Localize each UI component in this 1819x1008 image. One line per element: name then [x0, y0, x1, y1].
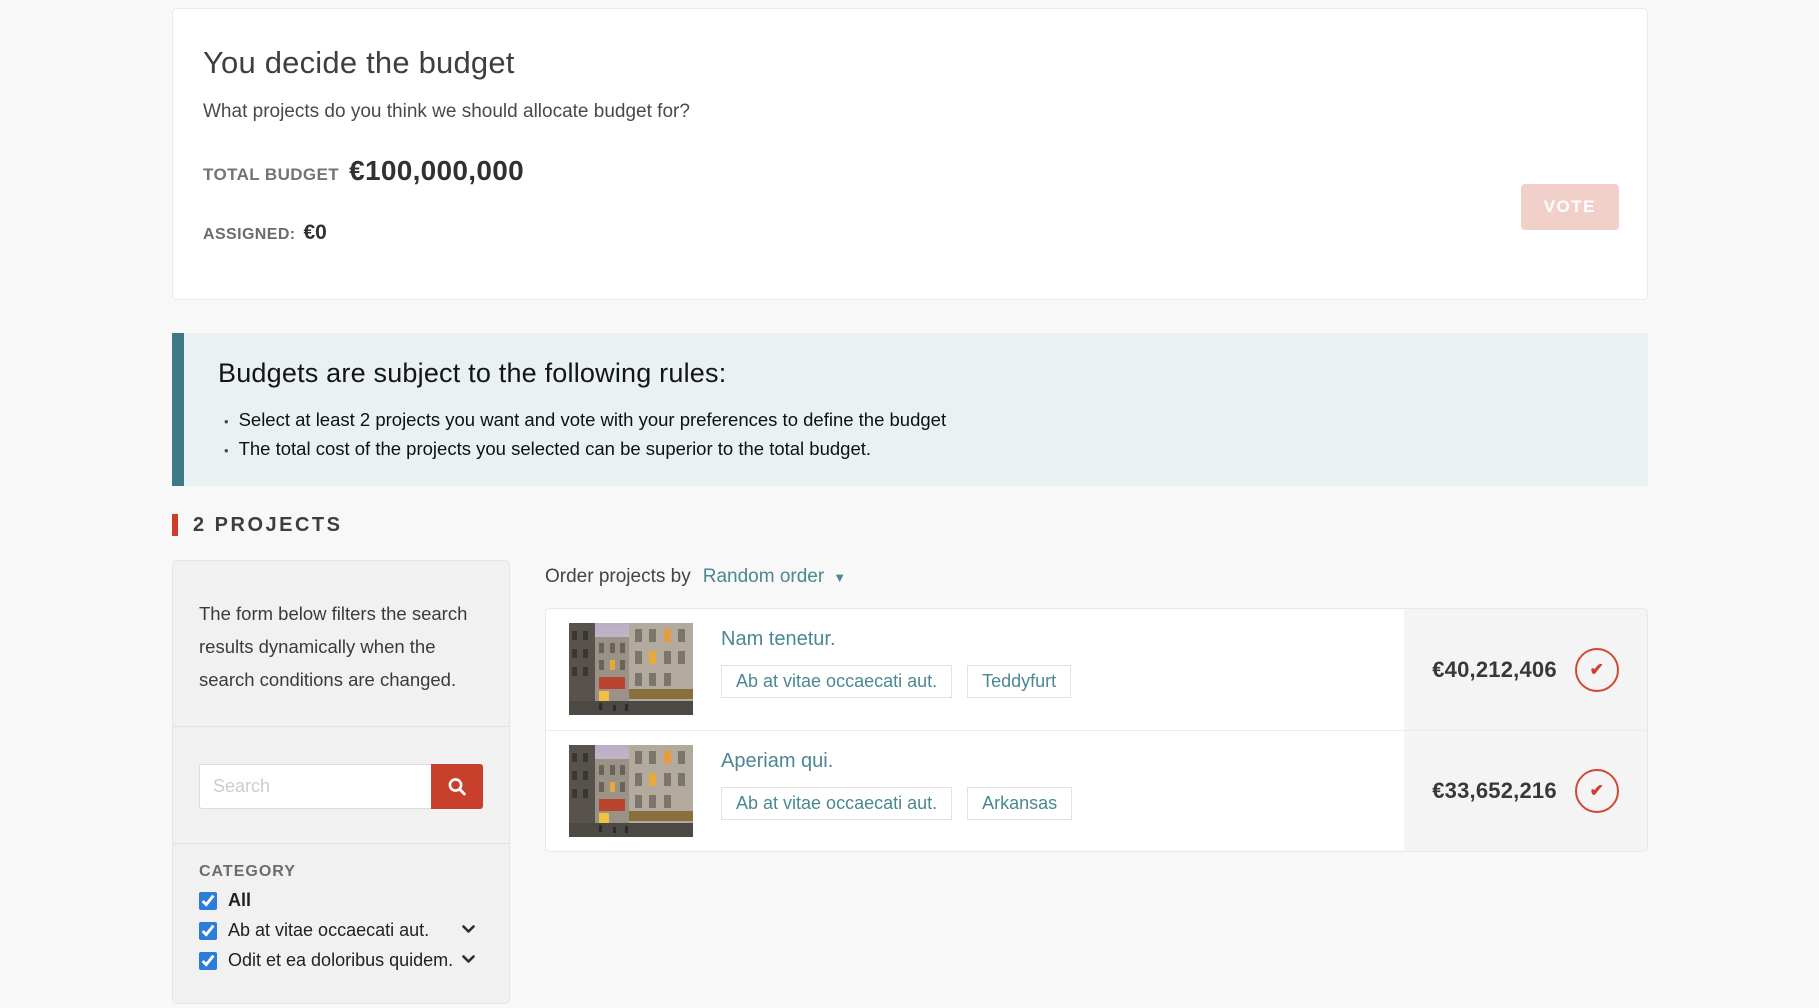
category-filter-section: CATEGORY All Ab at vitae occaecati aut. [173, 843, 509, 1003]
projects-section-heading: 2 PROJECTS [172, 512, 1648, 538]
search-input[interactable] [199, 764, 431, 809]
project-image [569, 745, 693, 837]
project-title-link[interactable]: Nam tenetur. [721, 628, 1086, 651]
dropdown-caret-icon: ▼ [833, 569, 847, 585]
category-checkbox-1[interactable] [199, 921, 217, 940]
chevron-down-icon[interactable] [462, 955, 475, 964]
category-option-label: Ab at vitae occaecati aut. [228, 920, 430, 940]
order-by-row: Order projects by Random order ▼ [545, 560, 1648, 588]
category-option-label: Odit et ea doloribus quidem. [228, 950, 454, 970]
total-budget-label: TOTAL BUDGET [203, 165, 340, 184]
project-scope-tag[interactable]: Arkansas [967, 787, 1073, 820]
project-image [569, 623, 693, 715]
filters-description-section: The form below filters the search result… [173, 561, 509, 726]
budget-subtitle: What projects do you think we should all… [203, 101, 690, 122]
order-by-value: Random order [702, 566, 825, 587]
order-by-label: Order projects by [545, 566, 691, 587]
rules-callout: Budgets are subject to the following rul… [172, 333, 1648, 486]
total-budget-value: €100,000,000 [349, 155, 524, 186]
projects-count-title: 2 PROJECTS [193, 513, 343, 536]
total-budget-row: TOTAL BUDGET €100,000,000 [203, 155, 1609, 187]
section-accent-bar [172, 514, 178, 536]
category-option-all[interactable]: All [199, 890, 483, 911]
category-checkbox-all[interactable] [199, 891, 217, 910]
chevron-down-icon[interactable] [462, 925, 475, 934]
page-title: You decide the budget [203, 45, 515, 80]
check-icon: ✔ [1589, 781, 1604, 800]
project-select-button[interactable]: ✔ [1574, 647, 1619, 692]
filters-sidebar: The form below filters the search result… [172, 560, 510, 1004]
search-button[interactable] [431, 764, 483, 809]
filters-description: The form below filters the search result… [199, 603, 468, 690]
project-select-button[interactable]: ✔ [1574, 769, 1619, 813]
category-checkbox-2[interactable] [199, 951, 217, 970]
project-price: €33,652,216 [1432, 778, 1557, 803]
bullet-icon: • [224, 414, 229, 429]
assigned-row: ASSIGNED: €0 [203, 221, 1609, 245]
rules-heading: Budgets are subject to the following rul… [218, 358, 727, 388]
order-by-dropdown[interactable]: Random order ▼ [703, 566, 846, 588]
project-row: Aperiam qui. Ab at vitae occaecati aut. … [546, 730, 1647, 851]
search-icon [446, 776, 468, 798]
vote-button[interactable]: VOTE [1520, 184, 1619, 230]
project-scope-tag[interactable]: Teddyfurt [967, 665, 1072, 698]
project-category-tag[interactable]: Ab at vitae occaecati aut. [721, 665, 953, 698]
project-price-panel: €33,652,216 ✔ [1404, 731, 1647, 851]
rules-item: • Select at least 2 projects you want an… [218, 406, 1628, 435]
rules-item-text: Select at least 2 projects you want and … [238, 409, 947, 430]
projects-list-column: Order projects by Random order ▼ Nam ten… [545, 560, 1648, 852]
category-option-1[interactable]: Ab at vitae occaecati aut. [199, 920, 483, 941]
project-row: Nam tenetur. Ab at vitae occaecati aut. … [546, 609, 1647, 730]
project-category-tag[interactable]: Ab at vitae occaecati aut. [721, 787, 953, 820]
rules-item: • The total cost of the projects you sel… [218, 435, 1628, 464]
rules-item-text: The total cost of the projects you selec… [238, 438, 872, 459]
page-container: You decide the budget What projects do y… [172, 8, 1648, 1004]
project-price-panel: €40,212,406 ✔ [1404, 609, 1647, 730]
assigned-label: ASSIGNED: [203, 226, 296, 243]
project-price: €40,212,406 [1432, 656, 1557, 682]
search-section [173, 726, 509, 843]
category-label: CATEGORY [199, 863, 296, 880]
project-title-link[interactable]: Aperiam qui. [721, 750, 1087, 773]
assigned-value: €0 [303, 221, 327, 244]
budget-summary-card: You decide the budget What projects do y… [172, 8, 1648, 300]
projects-list-card: Nam tenetur. Ab at vitae occaecati aut. … [545, 608, 1648, 852]
category-option-label: All [228, 890, 252, 910]
check-icon: ✔ [1589, 659, 1604, 679]
bullet-icon: • [224, 443, 229, 458]
category-option-2[interactable]: Odit et ea doloribus quidem. [199, 950, 483, 971]
rules-list: • Select at least 2 projects you want an… [218, 406, 1628, 464]
